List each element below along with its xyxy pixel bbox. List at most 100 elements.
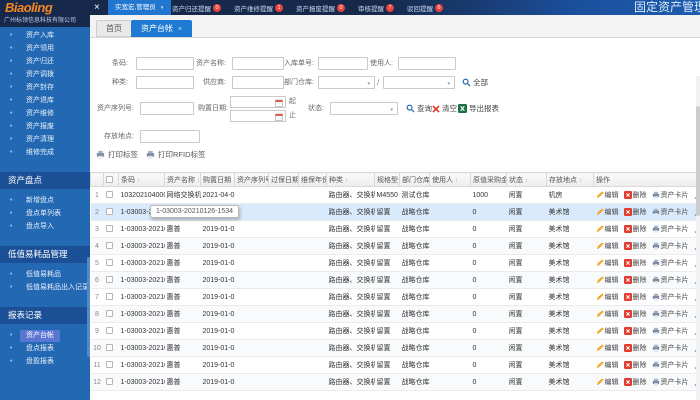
edit-action[interactable]: 编辑 bbox=[596, 292, 619, 302]
col-header-user[interactable]: 使用人 ↕ bbox=[429, 172, 471, 187]
delete-action[interactable]: 删除 bbox=[623, 275, 647, 285]
date-to-input[interactable] bbox=[230, 110, 286, 122]
sidebar-item[interactable]: 资产归还 bbox=[0, 55, 90, 68]
asset-card-action[interactable]: 资产卡片 bbox=[652, 258, 689, 268]
tab-close-icon[interactable]: × bbox=[178, 26, 182, 33]
alert-item[interactable]: 驳回提醒 6 bbox=[407, 3, 443, 13]
print-label-option[interactable]: 打印标签 bbox=[96, 148, 138, 160]
table-row[interactable]: 1 10320210400013网络交换机2021-04-01 路由器、交换机M45… bbox=[90, 186, 700, 204]
sidebar-item[interactable]: 资产领用 bbox=[0, 42, 90, 55]
sidebar-item[interactable]: 资产调拨 bbox=[0, 68, 90, 81]
asset-card-action[interactable]: 资产卡片 bbox=[652, 326, 689, 336]
edit-action[interactable]: 编辑 bbox=[596, 326, 619, 336]
vertical-scrollbar[interactable] bbox=[696, 76, 700, 400]
sidebar-item[interactable]: 盘点报表 bbox=[0, 342, 90, 355]
sidebar-item[interactable]: 资产封存 bbox=[0, 81, 90, 94]
col-header-amount[interactable]: 原值采购金额↕ bbox=[470, 172, 507, 187]
supplier-input[interactable] bbox=[232, 76, 284, 89]
date-from-input[interactable] bbox=[230, 96, 286, 108]
edit-action[interactable]: 编辑 bbox=[596, 190, 619, 200]
sidebar-item[interactable]: 资产入库 bbox=[0, 29, 90, 42]
col-header-warranty[interactable]: 维保年份↕ bbox=[298, 172, 327, 187]
asset-card-action[interactable]: 资产卡片 bbox=[652, 190, 689, 200]
col-header-status[interactable]: 状态 ↕ bbox=[506, 172, 547, 187]
export-report-button[interactable]: 导出报表 bbox=[458, 102, 499, 115]
row-checkbox[interactable] bbox=[105, 191, 113, 199]
table-row[interactable]: 12 1-03003-20210126-15惠普2019-01-01 路由器、交换机… bbox=[90, 373, 700, 391]
sidebar-item[interactable]: 资产报废 bbox=[0, 120, 90, 133]
row-checkbox[interactable] bbox=[105, 310, 113, 318]
table-row[interactable]: 11 1-03003-20210126-15惠普2019-01-01 路由器、交换机… bbox=[90, 356, 700, 374]
col-header-name[interactable]: 资产名称 ↕ bbox=[164, 172, 201, 187]
delete-action[interactable]: 删除 bbox=[623, 326, 647, 336]
col-header-barcode[interactable]: 条码 ↕ bbox=[118, 172, 165, 187]
row-checkbox[interactable] bbox=[105, 208, 113, 216]
delete-action[interactable]: 删除 bbox=[623, 309, 647, 319]
tab-asset-ledger[interactable]: 资产台帐 × bbox=[131, 20, 193, 37]
col-header-expire[interactable]: 过保日期↕ bbox=[268, 172, 299, 187]
asset-card-action[interactable]: 资产卡片 bbox=[652, 377, 689, 387]
asset-card-action[interactable]: 资产卡片 bbox=[652, 207, 689, 217]
sidebar-item[interactable]: 新增盘点 bbox=[0, 194, 90, 207]
delete-action[interactable]: 删除 bbox=[623, 343, 647, 353]
search-button[interactable]: 查询 bbox=[406, 102, 432, 115]
department-select[interactable] bbox=[318, 76, 375, 89]
table-row[interactable]: 4 1-03003-20210126-15惠普2019-01-01 路由器、交换机留… bbox=[90, 237, 700, 255]
sidebar-item[interactable]: 资产维修 bbox=[0, 107, 90, 120]
user-tab[interactable]: 实宽宏,管理员 ▼ bbox=[108, 0, 172, 15]
table-row[interactable]: 3 1-03003-20210126-15惠普2019-01-01 路由器、交换机留… bbox=[90, 220, 700, 238]
col-header-model[interactable]: 规格型号↕ bbox=[374, 172, 400, 187]
alert-item[interactable]: 审核提醒 7 bbox=[358, 3, 394, 13]
asset-card-action[interactable]: 资产卡片 bbox=[652, 292, 689, 302]
edit-action[interactable]: 编辑 bbox=[596, 241, 619, 251]
sidebar-item[interactable]: 低值易耗品出入记录 bbox=[0, 281, 90, 294]
col-header-date[interactable]: 购置日期↕ bbox=[200, 172, 235, 187]
alert-item[interactable]: 资产维修提醒 1 bbox=[234, 3, 283, 13]
delete-action[interactable]: 删除 bbox=[623, 258, 647, 268]
tab-home[interactable]: 首页 bbox=[96, 20, 132, 37]
user-input[interactable] bbox=[398, 57, 456, 70]
row-checkbox[interactable] bbox=[105, 225, 113, 233]
row-checkbox[interactable] bbox=[105, 361, 113, 369]
sidebar-item[interactable]: 资产清理 bbox=[0, 133, 90, 146]
col-header-location[interactable]: 存放地点 ↕ bbox=[546, 172, 594, 187]
status-select[interactable] bbox=[330, 102, 398, 115]
table-row[interactable]: 5 1-03003-20210126-15惠普2019-01-01 路由器、交换机留… bbox=[90, 254, 700, 272]
delete-action[interactable]: 删除 bbox=[623, 292, 647, 302]
row-checkbox[interactable] bbox=[105, 344, 113, 352]
edit-action[interactable]: 编辑 bbox=[596, 207, 619, 217]
edit-action[interactable]: 编辑 bbox=[596, 258, 619, 268]
asset-card-action[interactable]: 资产卡片 bbox=[652, 360, 689, 370]
row-checkbox[interactable] bbox=[105, 327, 113, 335]
delete-action[interactable]: 删除 bbox=[623, 377, 647, 387]
clear-button[interactable]: 清空 bbox=[432, 102, 457, 115]
warehouse-select[interactable] bbox=[383, 76, 455, 89]
asset-card-action[interactable]: 资产卡片 bbox=[652, 309, 689, 319]
asset-card-action[interactable]: 资产卡片 bbox=[652, 343, 689, 353]
category-input[interactable] bbox=[136, 76, 194, 89]
sidebar-item[interactable]: 盘点单列表 bbox=[0, 207, 90, 220]
table-row[interactable]: 6 1-03003-20210126-15惠普2019-01-01 路由器、交换机留… bbox=[90, 271, 700, 289]
col-header-category[interactable]: 种类 ↕ bbox=[326, 172, 375, 187]
delete-action[interactable]: 删除 bbox=[623, 224, 647, 234]
close-icon[interactable]: × bbox=[94, 0, 100, 15]
row-checkbox[interactable] bbox=[105, 378, 113, 386]
table-row[interactable]: 10 1-03003-20210126-15惠普2019-01-01 路由器、交换机… bbox=[90, 339, 700, 357]
asset-card-action[interactable]: 资产卡片 bbox=[652, 224, 689, 234]
sidebar-item[interactable]: 盘盈报表 bbox=[0, 355, 90, 368]
print-rfid-option[interactable]: 打印RFID标签 bbox=[146, 148, 206, 160]
edit-action[interactable]: 编辑 bbox=[596, 309, 619, 319]
table-row[interactable]: 8 1-03003-20210126-15惠普2019-01-01 路由器、交换机留… bbox=[90, 305, 700, 323]
col-header-warehouse[interactable]: 部门仓库↕ bbox=[399, 172, 430, 187]
edit-action[interactable]: 编辑 bbox=[596, 343, 619, 353]
delete-action[interactable]: 删除 bbox=[623, 190, 647, 200]
all-link[interactable]: 全部 bbox=[462, 76, 488, 89]
sidebar-item[interactable]: 资产台帐 bbox=[0, 329, 90, 342]
row-checkbox[interactable] bbox=[105, 293, 113, 301]
delete-action[interactable]: 删除 bbox=[623, 360, 647, 370]
asset-name-input[interactable] bbox=[232, 57, 284, 70]
edit-action[interactable]: 编辑 bbox=[596, 275, 619, 285]
table-row[interactable]: 7 1-03003-20210126-15惠普2019-01-01 路由器、交换机留… bbox=[90, 288, 700, 306]
barcode-input[interactable] bbox=[136, 57, 194, 70]
serial-input[interactable] bbox=[140, 102, 194, 115]
